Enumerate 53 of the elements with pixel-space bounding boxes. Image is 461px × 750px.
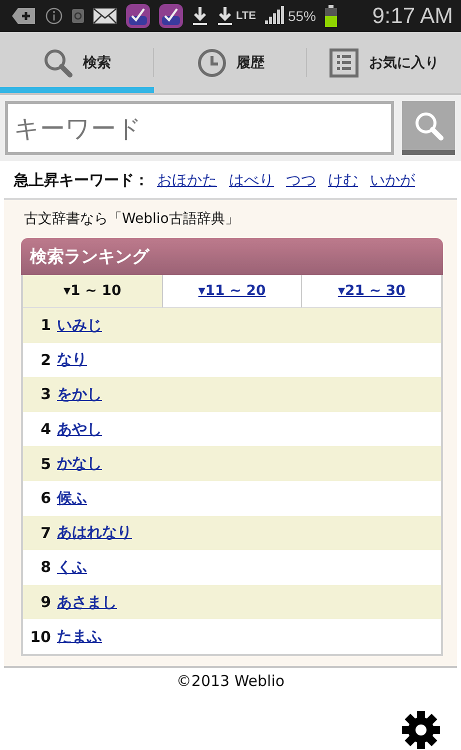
rank-number: 4 [40,420,52,438]
list-icon [329,48,360,78]
ranking-header: 検索ランキング [21,238,443,275]
range-tab[interactable]: ▾1 ~ 10 [23,275,163,308]
app-icon [126,4,150,28]
sync-icon [72,9,84,23]
word-link[interactable]: あはれなり [57,523,132,542]
rank-number: 9 [40,593,52,612]
promo-text: 古文辞書なら「Weblio古語辞典」 [24,210,240,228]
rank-number: 8 [40,558,52,576]
rank-number: 5 [40,454,52,473]
search-icon [414,110,444,140]
word-link[interactable]: あやし [57,420,102,439]
trending-keyword-link[interactable]: つつ [286,171,316,190]
nav-tab[interactable]: お気に入り [307,32,461,93]
word-link[interactable]: くふ [57,558,87,577]
word-link[interactable]: をかし [57,384,102,404]
add-tag-icon [12,7,36,25]
word-link[interactable]: いみじ [57,316,102,335]
word-link[interactable]: たまふ [57,627,102,646]
search-button[interactable] [402,101,455,155]
rank-number: 3 [40,385,52,404]
settings-icon[interactable] [401,710,441,750]
trending-keyword-link[interactable]: いかが [370,171,415,190]
battery-icon [325,5,337,27]
clock-time: 9:17 AM [372,3,453,29]
rank-number: 10 [29,628,52,646]
rank-number: 2 [40,350,52,369]
download-icon [192,6,208,26]
trending-keyword-link[interactable]: おほかた [157,171,217,190]
copyright-text: ©2013 Weblio [175,670,286,690]
network-type: LTE [236,10,256,22]
rank-number: 6 [40,489,52,508]
range-tab[interactable]: ▾11 ~ 20 [162,275,302,308]
rank-number: 1 [40,316,52,334]
trending-keyword-link[interactable]: はべり [229,171,274,190]
clock-icon [196,48,226,78]
word-link[interactable]: かなし [57,454,102,474]
mail-icon [93,8,117,24]
battery-percent: 55% [288,8,316,24]
word-link[interactable]: なり [57,350,87,370]
word-link[interactable]: あさまし [57,592,117,612]
download-icon [217,6,233,26]
trending-keyword-link[interactable]: けむ [328,171,358,190]
info-icon [45,7,63,25]
word-link[interactable]: 候ふ [57,488,87,508]
search-field[interactable]: キーワード [5,101,394,155]
nav-tab[interactable]: 履歴 [154,32,308,93]
trending-label: 急上昇キーワード： [14,171,149,190]
signal-icon [264,6,285,26]
app-icon [159,4,183,28]
search-icon [42,48,73,78]
rank-number: 7 [40,524,52,542]
